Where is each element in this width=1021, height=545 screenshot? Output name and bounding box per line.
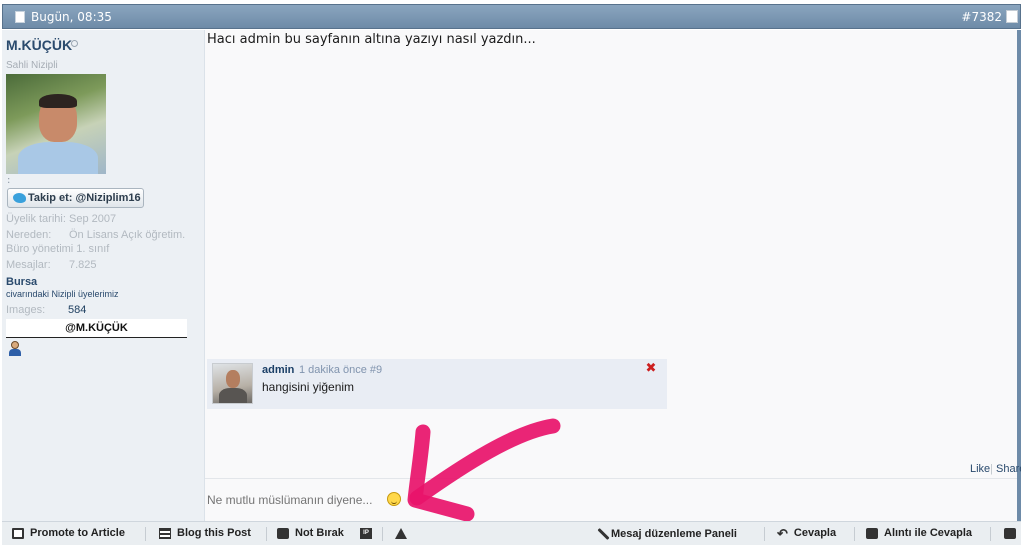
multi-quote-icon <box>1004 527 1016 539</box>
comment-text: hangisini yiğenim <box>262 380 355 394</box>
post-number-link[interactable]: #7382 <box>961 10 1002 24</box>
post-content-area: Hacı admin bu sayfanın altına yazıyı nas… <box>205 30 1021 521</box>
leave-note-button[interactable]: Not Bırak <box>277 527 344 539</box>
quick-comment-input[interactable] <box>205 489 1017 511</box>
post-header-bar: Bugün, 08:35 #7382 <box>2 4 1021 29</box>
annotation-arrow-icon <box>407 418 561 522</box>
reply-arrow-icon: ↶ <box>777 525 788 541</box>
post-comment: admin 1 dakika önce #9 hangisini yiğenim… <box>207 359 667 409</box>
images-count-link[interactable]: 584 <box>68 304 86 316</box>
like-share-separator: | <box>990 463 993 475</box>
forum-post: Bugün, 08:35 #7382 M.KÜÇÜK Sahli Nizipli… <box>0 0 1021 545</box>
edit-panel-button[interactable]: Mesaj düzenleme Paneli <box>597 527 737 541</box>
quote-reply-button[interactable]: Alıntı ile Cevapla <box>866 527 972 539</box>
reply-divider <box>205 478 1017 479</box>
user-field-separator: : <box>7 175 11 186</box>
post-message: Hacı admin bu sayfanın altına yazıyı nas… <box>207 32 536 47</box>
user-avatar[interactable] <box>6 74 106 174</box>
join-date-row: Üyelik tarihi: Sep 2007 <box>6 213 116 225</box>
from-row: Nereden: Ön Lisans Açık öğretim. <box>6 229 185 241</box>
ip-icon: IP <box>360 527 372 539</box>
ip-button[interactable]: IP <box>360 527 378 539</box>
twitter-bird-icon <box>13 193 26 203</box>
posts-label: Mesajlar: <box>6 259 51 271</box>
from-label: Nereden: <box>6 229 52 241</box>
location-group-link[interactable]: Bursa <box>6 276 37 288</box>
speech-bubble-icon <box>277 527 289 539</box>
quote-bubble-icon <box>866 527 878 539</box>
document-icon <box>12 527 24 539</box>
multi-quote-button[interactable] <box>1004 527 1021 539</box>
comment-author-link[interactable]: admin <box>262 364 294 376</box>
delete-comment-icon[interactable]: ✖ <box>645 362 657 375</box>
post-action-toolbar: Promote to Article Blog this Post Not Bı… <box>2 521 1021 545</box>
comment-meta: 1 dakika önce #9 <box>299 364 383 376</box>
posts-value: 7.825 <box>69 259 97 271</box>
join-date-value: Sep 2007 <box>69 213 117 225</box>
twitter-follow-button[interactable]: Takip et: @Niziplim16 <box>7 188 144 208</box>
blog-icon <box>159 527 171 539</box>
user-handle: @M.KÜÇÜK <box>6 319 187 338</box>
promote-to-article-button[interactable]: Promote to Article <box>12 527 125 539</box>
document-icon <box>15 11 25 23</box>
reply-button[interactable]: ↶ Cevapla <box>777 525 836 541</box>
report-post-button[interactable] <box>395 527 413 539</box>
like-link[interactable]: Like <box>970 463 990 475</box>
post-date: Bugün, 08:35 <box>31 10 112 24</box>
from-row-continued: Büro yönetimi 1. sınıf <box>6 243 109 255</box>
images-label: Images: <box>6 304 46 316</box>
person-icon[interactable] <box>8 341 22 356</box>
blog-this-post-button[interactable]: Blog this Post <box>159 527 251 539</box>
offline-status-icon <box>71 40 78 47</box>
from-value-line-2: Büro yönetimi 1. sınıf <box>6 243 110 255</box>
comment-author-avatar[interactable] <box>212 363 253 404</box>
join-date-label: Üyelik tarihi: <box>6 213 66 225</box>
location-group-subtitle: civarındaki Nizipli üyelerimiz <box>6 289 119 299</box>
pencil-icon <box>597 527 610 541</box>
from-value: Ön Lisans Açık öğretim. <box>69 229 186 241</box>
username-link[interactable]: M.KÜÇÜK <box>6 37 72 53</box>
warning-icon <box>395 527 407 539</box>
select-post-checkbox[interactable] <box>1006 10 1018 23</box>
twitter-follow-label: Takip et: @Niziplim16 <box>28 192 141 204</box>
share-link[interactable]: Share <box>996 463 1021 475</box>
posts-row: Mesajlar: 7.825 <box>6 259 97 271</box>
user-title: Sahli Nizipli <box>6 60 58 71</box>
user-info-panel: M.KÜÇÜK Sahli Nizipli : Takip et: @Nizip… <box>2 30 205 521</box>
